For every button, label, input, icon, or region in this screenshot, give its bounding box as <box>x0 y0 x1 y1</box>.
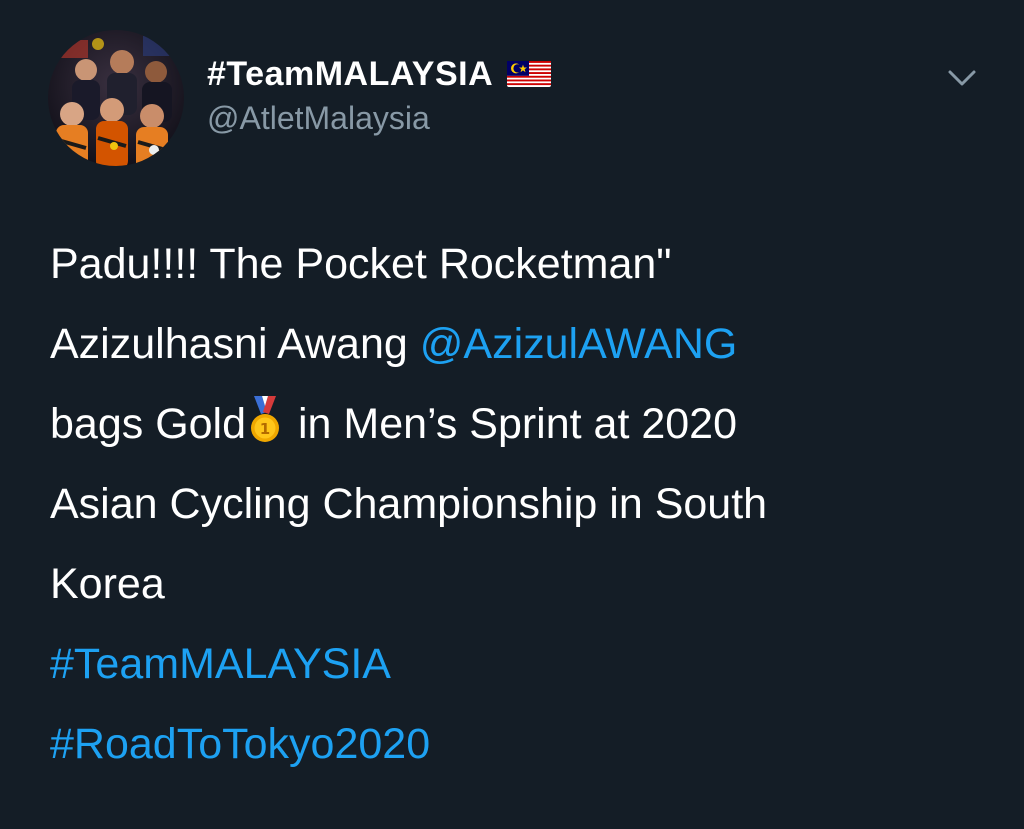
tweet-line-text: Azizulhasni Awang <box>50 320 420 368</box>
tweet-line-text: bags Gold <box>50 400 247 448</box>
account-handle[interactable]: @AtletMalaysia <box>207 100 430 137</box>
avatar[interactable] <box>48 30 184 166</box>
display-name[interactable]: #TeamMALAYSIA <box>207 55 493 94</box>
tweet-line: Azizulhasni Awang @AzizulAWANG <box>50 304 1000 384</box>
tweet-line: Padu!!!! The Pocket Rocketman" <box>50 240 672 288</box>
svg-text:1: 1 <box>260 420 270 438</box>
tweet-line: Asian Cycling Championship in South <box>50 480 768 528</box>
hashtag-link[interactable]: #TeamMALAYSIA <box>50 624 1000 704</box>
hashtag-link[interactable]: #RoadToTokyo2020 <box>50 704 1000 784</box>
team-photo-avatar <box>48 30 184 166</box>
mention-link[interactable]: @AzizulAWANG <box>420 320 738 368</box>
malaysia-flag-icon <box>507 61 552 87</box>
tweet-line: Korea <box>50 560 165 608</box>
account-name-row: #TeamMALAYSIA <box>207 52 552 96</box>
tweet-text: Padu!!!! The Pocket Rocketman" Azizulhas… <box>50 224 1000 784</box>
chevron-down-icon[interactable] <box>946 64 978 92</box>
gold-medal-icon: 1 <box>251 396 280 442</box>
tweet-line: bags Gold 1 in Men’s Sprint at 2020 <box>50 384 1000 464</box>
tweet-line-text: in Men’s Sprint at 2020 <box>286 400 738 448</box>
